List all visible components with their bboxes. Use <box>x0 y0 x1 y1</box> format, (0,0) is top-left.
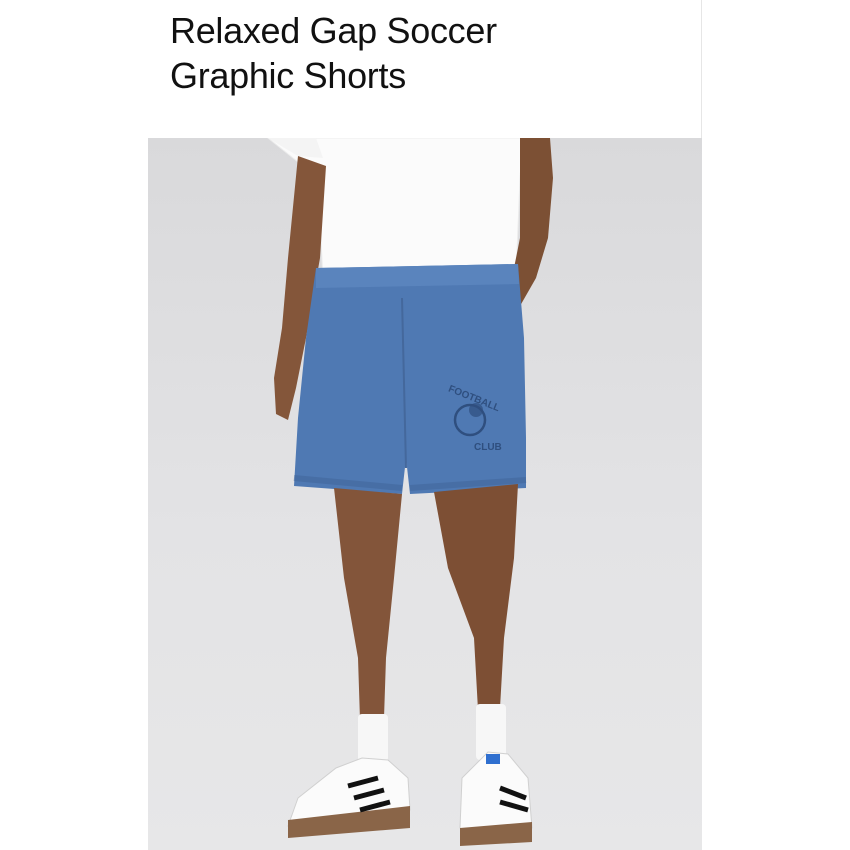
model-illustration: FOOTBALL CLUB <box>267 138 553 846</box>
right-sock <box>476 704 506 760</box>
product-title-line-2: Graphic Shorts <box>170 55 406 96</box>
shorts <box>294 264 526 494</box>
right-sneaker <box>459 751 533 846</box>
graphic-text-bottom: CLUB <box>474 442 502 453</box>
right-leg <box>434 484 518 710</box>
left-sneaker <box>287 757 411 838</box>
left-leg <box>334 488 402 720</box>
left-sock <box>358 714 388 762</box>
product-title-line-1: Relaxed Gap Soccer <box>170 10 497 51</box>
product-title: Relaxed Gap Soccer Graphic Shorts <box>170 8 690 98</box>
product-image[interactable]: FOOTBALL CLUB <box>148 138 702 850</box>
product-card: Relaxed Gap Soccer Graphic Shorts FOOTBA… <box>148 0 702 850</box>
